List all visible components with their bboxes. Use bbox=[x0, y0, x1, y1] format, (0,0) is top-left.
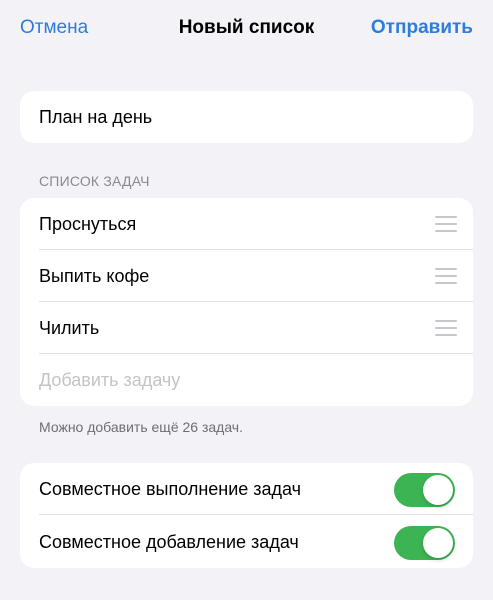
navigation-bar: Отмена Новый список Отправить bbox=[0, 0, 493, 58]
task-row: Проснуться bbox=[20, 198, 473, 250]
shared-completion-toggle[interactable] bbox=[394, 473, 455, 507]
settings-card: Совместное выполнение задач Совместное д… bbox=[20, 463, 473, 568]
task-row: Чилить bbox=[20, 302, 473, 354]
add-task-row: Добавить задачу bbox=[20, 354, 473, 406]
task-item-label[interactable]: Проснуться bbox=[39, 198, 136, 250]
send-button[interactable]: Отправить bbox=[371, 16, 473, 40]
tasks-card: Проснуться Выпить кофе Чилить Добавить з… bbox=[20, 198, 473, 406]
add-task-input[interactable]: Добавить задачу bbox=[39, 354, 180, 406]
setting-row-shared-completion: Совместное выполнение задач bbox=[20, 463, 473, 515]
list-title-field[interactable]: План на день bbox=[39, 91, 152, 143]
toggle-knob bbox=[423, 475, 453, 505]
shared-adding-toggle[interactable] bbox=[394, 526, 455, 560]
divider bbox=[39, 514, 473, 515]
drag-handle-icon[interactable] bbox=[435, 320, 457, 336]
setting-row-shared-adding: Совместное добавление задач bbox=[20, 516, 473, 568]
drag-handle-icon[interactable] bbox=[435, 268, 457, 284]
drag-handle-icon[interactable] bbox=[435, 216, 457, 232]
setting-label: Совместное добавление задач bbox=[39, 532, 299, 552]
tasks-remaining-note: Можно добавить ещё 26 задач. bbox=[39, 419, 243, 435]
task-item-label[interactable]: Выпить кофе bbox=[39, 250, 149, 302]
setting-label: Совместное выполнение задач bbox=[39, 479, 302, 499]
task-row: Выпить кофе bbox=[20, 250, 473, 302]
tasks-section-header: СПИСОК ЗАДАЧ bbox=[39, 173, 150, 189]
task-item-label[interactable]: Чилить bbox=[39, 302, 99, 354]
toggle-knob bbox=[423, 528, 453, 558]
list-title-card: План на день bbox=[20, 91, 473, 143]
